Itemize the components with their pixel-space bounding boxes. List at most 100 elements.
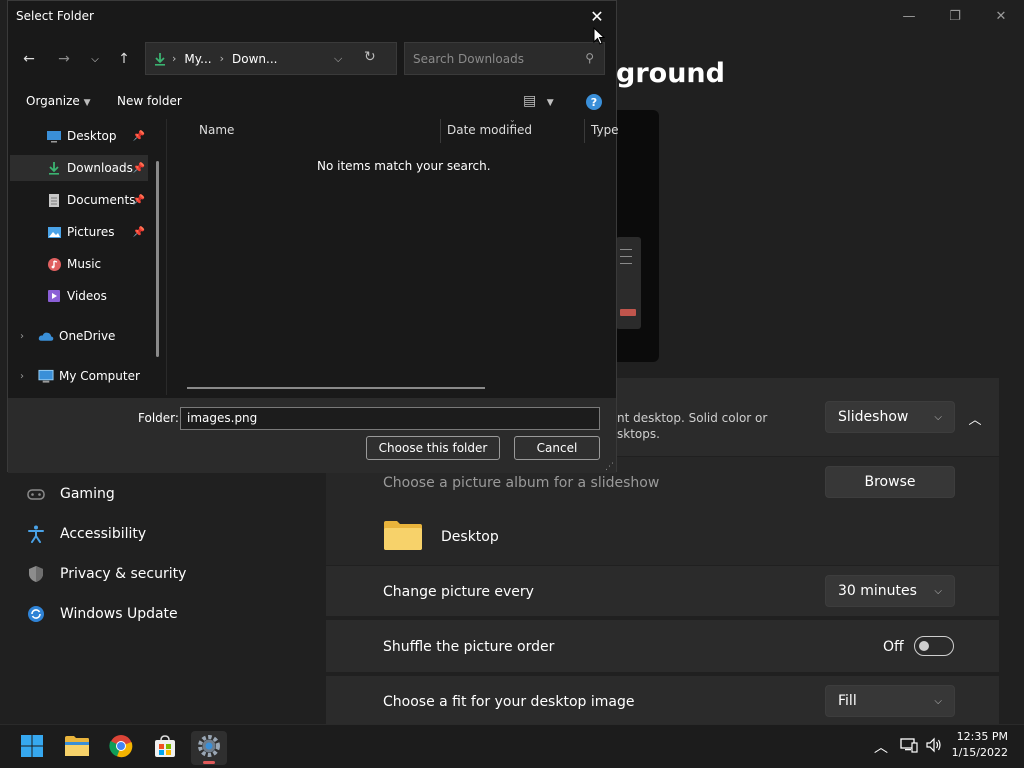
nav-item-windows-update[interactable]: Windows Update xyxy=(24,596,178,632)
select-folder-dialog: Select Folder ✕ ← → ⌵ ↑ › My... › Down..… xyxy=(7,0,619,473)
column-header-name[interactable]: Name xyxy=(199,123,234,137)
tree-item-downloads[interactable]: Downloads 📌 xyxy=(10,155,148,181)
column-header-type[interactable]: Type xyxy=(591,123,619,137)
folder-icon xyxy=(383,519,423,555)
tree-item-onedrive[interactable]: › OneDrive xyxy=(10,323,148,349)
close-button[interactable]: ✕ xyxy=(978,0,1024,32)
nav-item-accessibility[interactable]: Accessibility xyxy=(24,516,146,552)
chevron-down-icon[interactable]: ⌵ xyxy=(334,52,342,66)
system-clock[interactable]: 12:35 PM 1/15/2022 xyxy=(952,729,1008,761)
download-icon xyxy=(46,160,62,176)
update-icon xyxy=(24,602,48,626)
dialog-close-button[interactable]: ✕ xyxy=(586,5,608,27)
forward-button[interactable]: → xyxy=(52,47,76,71)
column-header-date[interactable]: Date modified xyxy=(447,123,532,137)
change-picture-dropdown[interactable]: 30 minutes ⌵ xyxy=(825,575,955,607)
sort-chevron-icon: ⌄ xyxy=(509,115,516,124)
chevron-down-icon: ⌵ xyxy=(934,695,942,707)
document-icon xyxy=(46,192,62,208)
volume-icon[interactable] xyxy=(926,737,942,757)
search-input[interactable]: Search Downloads ⚲ xyxy=(404,42,605,75)
up-button[interactable]: ↑ xyxy=(112,47,136,71)
settings-icon xyxy=(197,734,221,762)
browse-label: Browse xyxy=(864,474,916,490)
organize-label: Organize xyxy=(26,94,80,108)
chevron-down-icon: ▼ xyxy=(83,98,91,108)
column-separator[interactable] xyxy=(440,119,441,143)
shuffle-state: Off xyxy=(883,639,904,655)
chrome-button[interactable] xyxy=(103,731,139,765)
breadcrumb-my[interactable]: My... xyxy=(184,52,211,66)
tree-item-videos[interactable]: Videos xyxy=(10,283,148,309)
album-label: Choose a picture album for a slideshow xyxy=(383,475,660,491)
pin-icon[interactable]: 📌 xyxy=(133,131,145,142)
choose-folder-button[interactable]: Choose this folder xyxy=(366,436,500,460)
clock-date: 1/15/2022 xyxy=(951,746,1008,759)
tree-item-label: My Computer xyxy=(59,369,140,383)
store-button[interactable] xyxy=(147,731,183,765)
download-icon xyxy=(154,52,166,66)
network-icon[interactable] xyxy=(900,737,918,757)
dropdown-value: Slideshow xyxy=(838,409,909,425)
horizontal-scrollbar[interactable] xyxy=(187,387,485,389)
dialog-footer: Folder: images.png Choose this folder Ca… xyxy=(8,398,616,473)
background-type-dropdown[interactable]: Slideshow ⌵ xyxy=(825,401,955,433)
browse-button[interactable]: Browse xyxy=(825,466,955,498)
fit-dropdown[interactable]: Fill ⌵ xyxy=(825,685,955,717)
tray-overflow-icon[interactable]: ︿ xyxy=(874,737,888,757)
mouse-cursor-icon xyxy=(593,26,606,49)
back-button[interactable]: ← xyxy=(17,47,41,71)
background-description-2: sktops. xyxy=(617,427,660,441)
collapse-chevron-icon[interactable]: ︿ xyxy=(961,406,989,430)
pin-icon[interactable]: 📌 xyxy=(133,163,145,174)
folder-label: Folder: xyxy=(138,411,179,425)
chevron-down-icon: ⌵ xyxy=(91,53,99,65)
pin-icon[interactable]: 📌 xyxy=(133,195,145,206)
change-picture-card: Change picture every 30 minutes ⌵ xyxy=(326,566,999,616)
tree-scrollbar[interactable] xyxy=(156,161,159,357)
file-explorer-button[interactable] xyxy=(59,731,95,765)
store-icon xyxy=(153,734,177,762)
chevron-down-icon: ▼ xyxy=(546,98,554,108)
address-bar[interactable]: › My... › Down... ⌵ ↻ xyxy=(145,42,397,75)
organize-button[interactable]: Organize ▼ xyxy=(26,94,91,108)
nav-item-label: Accessibility xyxy=(60,526,147,542)
column-separator[interactable] xyxy=(584,119,585,143)
pin-icon[interactable]: 📌 xyxy=(133,227,145,238)
breadcrumb-downloads[interactable]: Down... xyxy=(232,52,277,66)
cancel-button[interactable]: Cancel xyxy=(514,436,600,460)
gamepad-icon xyxy=(24,482,48,506)
shuffle-toggle[interactable] xyxy=(914,636,954,656)
tree-item-desktop[interactable]: Desktop 📌 xyxy=(10,123,148,149)
settings-window-controls: — ❐ ✕ xyxy=(886,0,1024,32)
chevron-right-icon[interactable]: › xyxy=(20,371,24,382)
resize-grip-icon[interactable]: ⋰ xyxy=(605,462,614,472)
tree-item-my-computer[interactable]: › My Computer xyxy=(10,363,148,389)
breadcrumb-separator-icon: › xyxy=(219,52,224,65)
shuffle-card: Shuffle the picture order Off xyxy=(326,620,999,672)
start-button[interactable] xyxy=(14,731,50,765)
tree-item-pictures[interactable]: Pictures 📌 xyxy=(10,219,148,245)
tree-item-label: Pictures xyxy=(67,225,115,239)
maximize-button[interactable]: ❐ xyxy=(932,0,978,32)
change-picture-label: Change picture every xyxy=(383,584,534,600)
minimize-button[interactable]: — xyxy=(886,0,932,32)
tree-item-music[interactable]: Music xyxy=(10,251,148,277)
refresh-icon[interactable]: ↻ xyxy=(364,49,376,65)
details-view-icon: ▤ xyxy=(523,93,537,109)
chevron-right-icon[interactable]: › xyxy=(20,331,24,342)
view-options-button[interactable]: ▤ ▼ xyxy=(523,93,554,109)
folder-name-input[interactable]: images.png xyxy=(180,407,600,430)
taskbar: ︿ 12:35 PM 1/15/2022 xyxy=(0,724,1024,768)
tree-item-documents[interactable]: Documents 📌 xyxy=(10,187,148,213)
help-icon[interactable]: ? xyxy=(586,94,602,110)
shuffle-label: Shuffle the picture order xyxy=(383,639,555,655)
nav-item-gaming[interactable]: Gaming xyxy=(24,476,115,512)
new-folder-button[interactable]: New folder xyxy=(117,94,182,108)
settings-taskbar-button[interactable] xyxy=(191,731,227,765)
tree-item-label: Downloads xyxy=(67,161,133,175)
nav-item-privacy[interactable]: Privacy & security xyxy=(24,556,186,592)
start-icon xyxy=(20,734,44,762)
recent-locations-button[interactable]: ⌵ xyxy=(83,47,107,71)
tree-item-label: Videos xyxy=(67,289,107,303)
